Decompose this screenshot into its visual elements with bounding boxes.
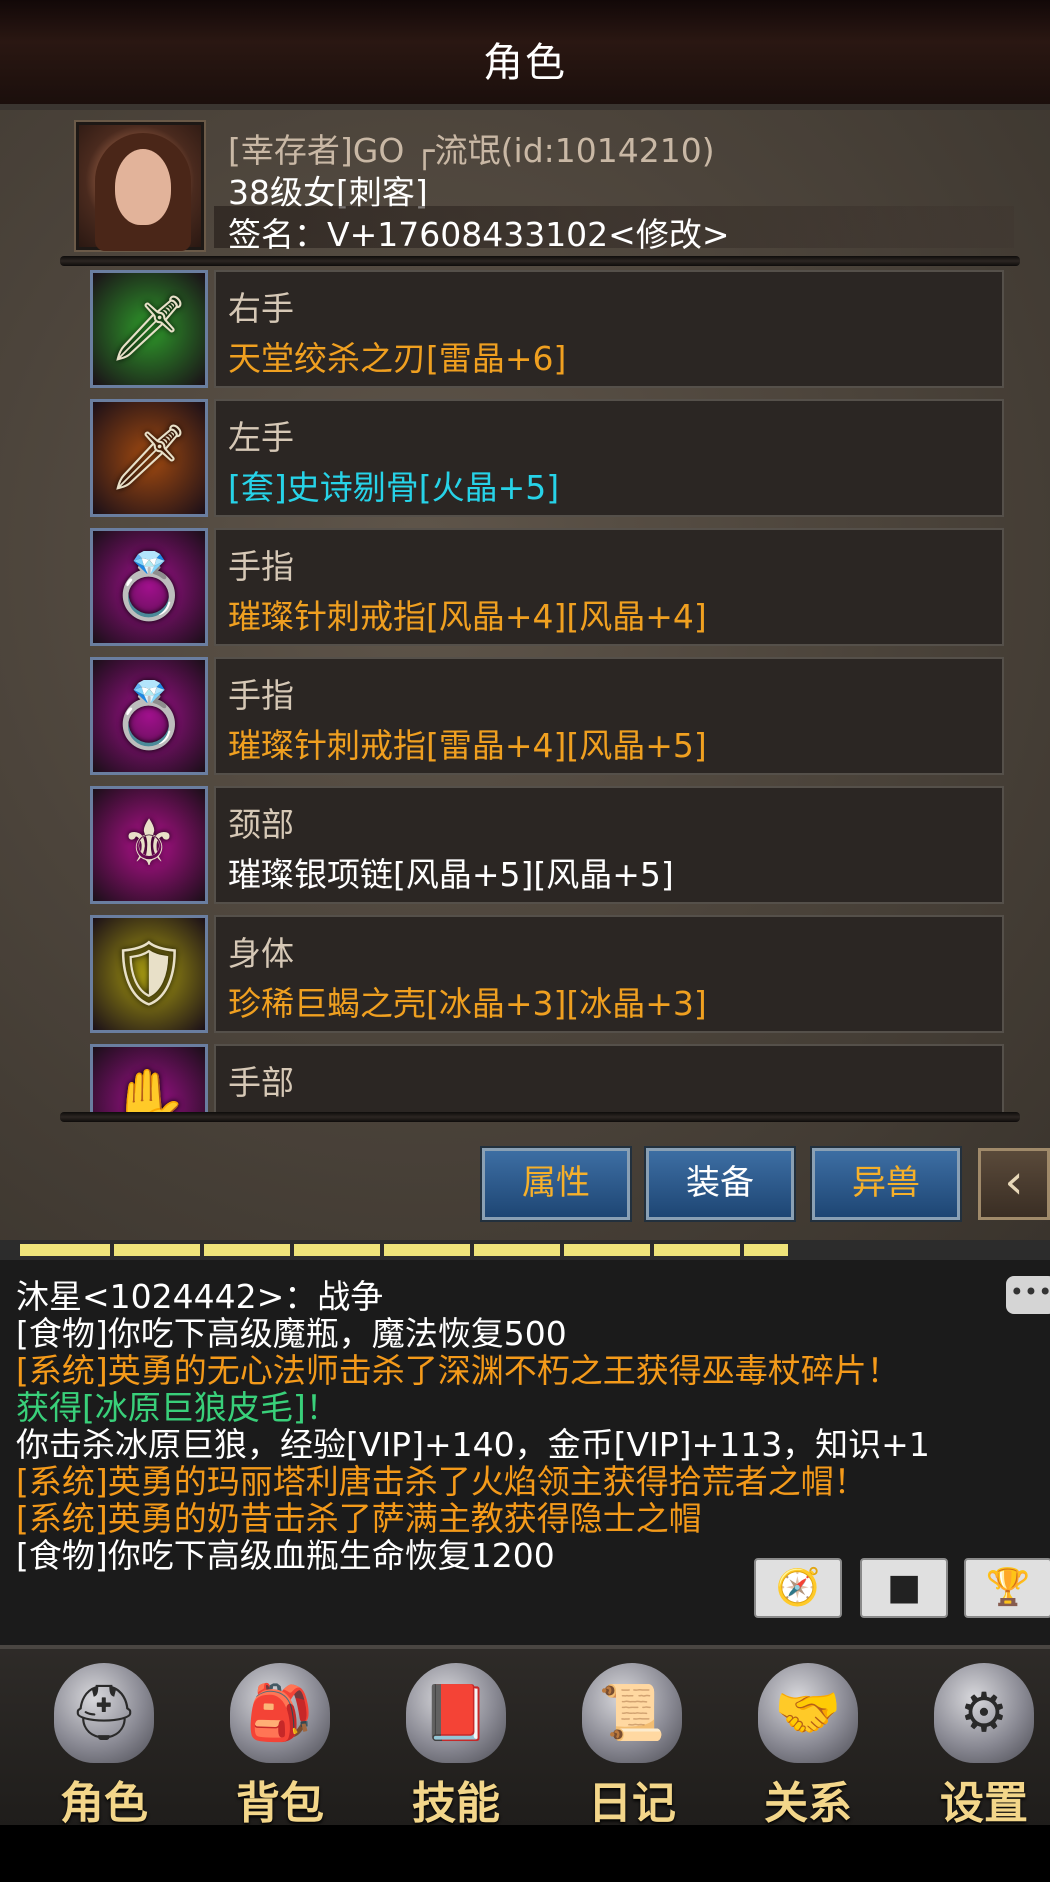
ring-icon[interactable]: 💍 [90, 528, 208, 646]
divider-top [60, 256, 1020, 266]
equipment-item-name: 珍稀巨蝎之壳[冰晶+3][冰晶+3] [228, 984, 707, 1023]
equipment-row[interactable]: ⚜ 颈部璀璨银项链[风晶+5][风晶+5] [90, 786, 1005, 906]
equipment-item-name: 天堂绞杀之刃[雷晶+6] [228, 339, 567, 378]
skill-book-icon: 📕 [406, 1663, 506, 1763]
avatar-face [115, 149, 171, 225]
equipment-row[interactable]: 💍 手指璀璨针刺戒指[雷晶+4][风晶+5] [90, 657, 1005, 777]
equipment-item-name: [套]史诗剔骨[火晶+5] [228, 468, 560, 507]
equipment-item-name: 璀璨针刺戒指[雷晶+4][风晶+5] [228, 726, 707, 765]
equipment-slot-box[interactable]: 右手天堂绞杀之刃[雷晶+6] [214, 270, 1004, 388]
profile-name: [幸存者]GO ┌流氓(id:1014210) [228, 131, 715, 170]
blade-icon-glyph: 🗡 [108, 292, 190, 366]
equipment-slot-label: 手部 [228, 1063, 294, 1102]
nav-item-label: 技能 [412, 1778, 500, 1829]
nav-item[interactable]: 🤝 关系 [738, 1649, 878, 1829]
equipment-slot-label: 身体 [228, 934, 294, 973]
tab-beasts-label: 异兽 [852, 1163, 920, 1203]
tab-equipment-label: 装备 [686, 1163, 754, 1203]
armor-icon[interactable]: 🛡 [90, 915, 208, 1033]
gear-icon: ⚙ [934, 1663, 1034, 1763]
experience-bar-segment [740, 1240, 744, 1260]
experience-bar [0, 1240, 1050, 1260]
glove-icon[interactable]: ✋ [90, 1044, 208, 1112]
equipment-slot-box[interactable]: 手指璀璨针刺戒指[风晶+4][风晶+4] [214, 528, 1004, 646]
equipment-slot-label: 颈部 [228, 805, 294, 844]
character-panel: [幸存者]GO ┌流氓(id:1014210) 38级女[刺客] 签名：V+17… [0, 110, 1050, 1240]
equipment-slot-box[interactable]: 手部 [214, 1044, 1004, 1112]
nav-item-label: 日记 [588, 1778, 676, 1829]
experience-bar-segment [110, 1240, 114, 1260]
nav-item-label: 背包 [236, 1778, 324, 1829]
equipment-slot-box[interactable]: 左手 [套]史诗剔骨[火晶+5] [214, 399, 1004, 517]
square-icon: ■ [886, 1567, 921, 1608]
experience-bar-segment [830, 1240, 834, 1260]
dagger-icon-glyph: 🗡 [108, 421, 190, 495]
equipment-slot-label: 手指 [228, 676, 294, 715]
nav-item[interactable]: ⛑ 角色 [34, 1649, 174, 1829]
trophy-icon: 🏆 [985, 1567, 1031, 1608]
chat-bubble-icon[interactable]: ••• [1006, 1276, 1050, 1314]
tab-attributes[interactable]: 属性 [480, 1146, 632, 1222]
armor-icon-glyph: 🛡 [108, 937, 190, 1011]
equipment-slot-box[interactable]: 身体珍稀巨蝎之壳[冰晶+3][冰晶+3] [214, 915, 1004, 1033]
ring-icon-glyph: 💍 [109, 679, 189, 753]
handshake-icon: 🤝 [758, 1663, 858, 1763]
tab-equipment[interactable]: 装备 [644, 1146, 796, 1222]
equipment-row[interactable]: 💍 手指璀璨针刺戒指[风晶+4][风晶+4] [90, 528, 1005, 648]
equipment-item-name: 璀璨银项链[风晶+5][风晶+5] [228, 855, 674, 894]
glove-icon-glyph: ✋ [109, 1066, 189, 1112]
experience-bar-segment [290, 1240, 294, 1260]
equipment-slot-label: 左手 [228, 418, 294, 457]
experience-bar-segment [650, 1240, 654, 1260]
equipment-row[interactable]: 🗡 右手天堂绞杀之刃[雷晶+6] [90, 270, 1005, 390]
equipment-slot-box[interactable]: 手指璀璨针刺戒指[雷晶+4][风晶+5] [214, 657, 1004, 775]
trophy-button[interactable]: 🏆 [964, 1558, 1050, 1618]
nav-item[interactable]: ⚙ 设置 [914, 1649, 1050, 1829]
ring-icon[interactable]: 💍 [90, 657, 208, 775]
chat-message: [食物]你吃下高级血瓶生命恢复1200 [16, 1536, 555, 1575]
chevron-left-icon: ‹ [1004, 1154, 1024, 1210]
ring-icon-glyph: 💍 [109, 550, 189, 624]
dagger-icon[interactable]: 🗡 [90, 399, 208, 517]
necklace-icon[interactable]: ⚜ [90, 786, 208, 904]
divider-bottom [60, 1112, 1020, 1122]
signature-edit-link[interactable]: 签名：V+17608433102<修改> [228, 208, 729, 256]
equipment-row[interactable]: 🗡 左手 [套]史诗剔骨[火晶+5] [90, 399, 1005, 519]
nav-item[interactable]: 📕 技能 [386, 1649, 526, 1829]
equipment-slot-label: 手指 [228, 547, 294, 586]
back-arrow-button[interactable]: ‹ [978, 1148, 1050, 1220]
helmet-icon: ⛑ [54, 1663, 154, 1763]
experience-bar-segment [560, 1240, 564, 1260]
compass-button[interactable]: 🧭 [754, 1558, 842, 1618]
avatar[interactable] [74, 120, 206, 252]
equipment-row[interactable]: 🛡 身体珍稀巨蝎之壳[冰晶+3][冰晶+3] [90, 915, 1005, 1035]
equipment-slot-label: 右手 [228, 289, 294, 328]
nav-item-label: 角色 [60, 1778, 148, 1829]
experience-bar-segment [200, 1240, 204, 1260]
experience-bar-fill [20, 1244, 788, 1256]
scroll-icon: 📜 [582, 1663, 682, 1763]
nav-item-label: 设置 [940, 1778, 1028, 1829]
backpack-icon: 🎒 [230, 1663, 330, 1763]
tab-attributes-label: 属性 [522, 1163, 590, 1203]
nav-item[interactable]: 📜 日记 [562, 1649, 702, 1829]
stop-button[interactable]: ■ [860, 1558, 948, 1618]
tab-beasts[interactable]: 异兽 [810, 1146, 962, 1222]
experience-bar-segment [380, 1240, 384, 1260]
title-bar: 角色 [0, 0, 1050, 110]
necklace-icon-glyph: ⚜ [120, 807, 178, 881]
bottom-navigation: ⛑ 角色 🎒 背包 📕 技能 📜 日记 🤝 关系 ⚙ 设置 [0, 1645, 1050, 1829]
equipment-list[interactable]: 🗡 右手 天堂绞杀之刃[雷晶+6] 🗡 左手 [套]史诗剔骨[火晶+5] 💍 手指 璀璨针刺戒指… [90, 270, 1005, 1112]
experience-bar-segment [470, 1240, 474, 1260]
bottom-safe-area [0, 1825, 1050, 1882]
equipment-slot-box[interactable]: 颈部璀璨银项链[风晶+5][风晶+5] [214, 786, 1004, 904]
equipment-item-name: 璀璨针刺戒指[风晶+4][风晶+4] [228, 597, 707, 636]
blade-icon[interactable]: 🗡 [90, 270, 208, 388]
nav-item-label: 关系 [764, 1778, 852, 1829]
page-title: 角色 [483, 40, 567, 86]
nav-item[interactable]: 🎒 背包 [210, 1649, 350, 1829]
equipment-row[interactable]: ✋ 手部 [90, 1044, 1005, 1112]
compass-icon: 🧭 [775, 1567, 821, 1608]
